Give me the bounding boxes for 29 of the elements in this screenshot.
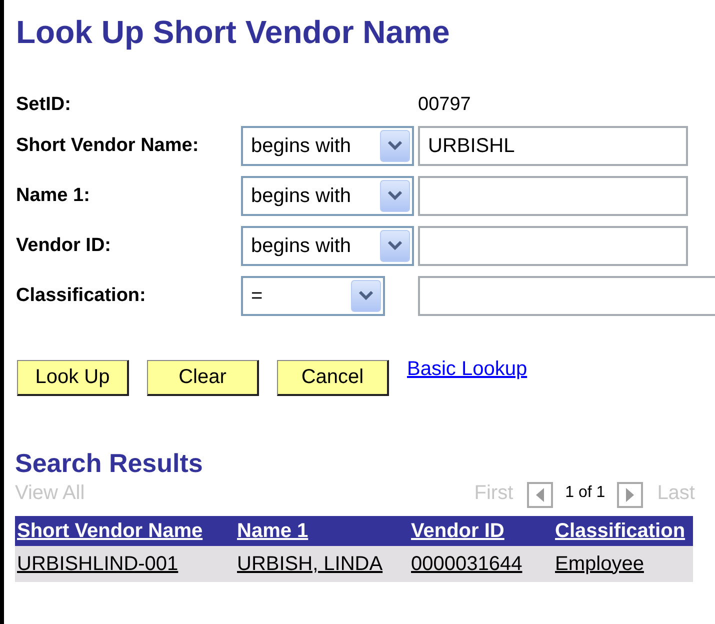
chevron-down-icon xyxy=(380,130,410,162)
operator-dropdown[interactable]: begins with xyxy=(241,226,414,266)
search-value-field[interactable] xyxy=(418,226,688,266)
search-value-field[interactable] xyxy=(418,276,715,316)
chevron-down-icon xyxy=(351,280,381,312)
column-header[interactable]: Name 1 xyxy=(235,516,409,546)
column-header[interactable]: Vendor ID xyxy=(409,516,553,546)
section-heading: Search Results xyxy=(15,448,204,478)
column-header[interactable]: Short Vendor Name xyxy=(15,516,235,546)
field-label: Short Vendor Name: xyxy=(16,135,200,157)
chevron-down-icon xyxy=(380,230,410,262)
search-value-field[interactable] xyxy=(418,176,688,216)
operator-dropdown[interactable]: = xyxy=(241,276,385,316)
action-button[interactable]: Clear xyxy=(147,360,259,396)
field-label: Classification: xyxy=(16,285,147,307)
setid-value: 00797 xyxy=(418,94,472,116)
chevron-down-icon xyxy=(380,180,410,212)
page-count: 1 of 1 xyxy=(565,484,606,502)
basic-lookup-link[interactable]: Basic Lookup xyxy=(407,358,528,381)
column-header[interactable]: Classification xyxy=(553,516,693,546)
field-label: Vendor ID: xyxy=(16,235,112,257)
field-label: SetID: xyxy=(16,94,72,116)
operator-dropdown[interactable]: begins with xyxy=(241,126,414,166)
action-button[interactable]: Look Up xyxy=(17,360,129,396)
action-button[interactable]: Cancel xyxy=(277,360,389,396)
field-label: Name 1: xyxy=(16,185,91,207)
operator-dropdown[interactable]: begins with xyxy=(241,176,414,216)
search-value-field[interactable]: URBISHL xyxy=(418,126,688,166)
page-title: Look Up Short Vendor Name xyxy=(15,13,451,52)
